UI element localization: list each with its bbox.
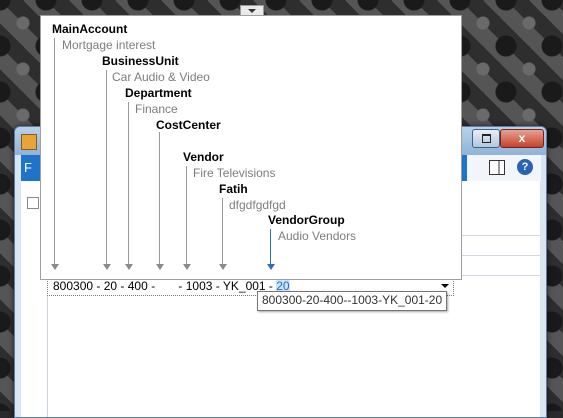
segment-name-mainaccount: MainAccount — [52, 22, 128, 36]
segment-desc-vendorgroup: Audio Vendors — [278, 229, 357, 243]
segment-guide-line — [159, 132, 160, 264]
segment-desc-fatih: dfgdfgdfgd — [229, 198, 286, 212]
segment-arrow-icon — [51, 264, 59, 270]
help-icon[interactable]: ? — [517, 159, 533, 175]
ribbon-tab-file[interactable]: F — [21, 155, 35, 181]
active-segment-guide-line — [270, 229, 271, 264]
select-all-checkbox[interactable] — [27, 197, 39, 209]
grid-row-divider — [450, 235, 540, 236]
segment-guide-line — [128, 102, 129, 264]
segment-arrow-icon — [183, 264, 191, 270]
segment-popup: MainAccount Mortgage interest BusinessUn… — [40, 15, 462, 280]
segment-desc-vendor: Fire Televisions — [193, 166, 276, 180]
layout-icon[interactable] — [489, 160, 505, 175]
segment-name-businessunit: BusinessUnit — [102, 54, 179, 68]
segment-arrow-icon — [156, 264, 164, 270]
grid-row-divider — [450, 275, 540, 276]
segment-name-vendor: Vendor — [183, 150, 224, 164]
app-icon — [21, 134, 37, 150]
grid-row-divider — [450, 255, 540, 256]
segment-desc-department: Finance — [135, 102, 178, 116]
maximize-button[interactable] — [472, 129, 500, 148]
ledger-account-text[interactable]: 800300 - 20 - 400 - - 1003 - YK_001 - 20 — [53, 279, 290, 294]
close-icon: x — [518, 131, 526, 145]
dropdown-arrow-icon[interactable] — [441, 284, 449, 288]
ribbon-icon-area: ? — [467, 155, 541, 181]
segment-guide-line — [106, 70, 107, 264]
segment-guide-line — [222, 198, 223, 264]
close-button[interactable]: x — [500, 129, 544, 148]
segment-name-department: Department — [125, 86, 192, 100]
segment-arrow-icon — [103, 264, 111, 270]
segment-guide-line — [54, 38, 55, 264]
active-segment-arrow-icon — [267, 264, 275, 270]
segment-name-fatih: Fatih — [219, 182, 248, 196]
segment-arrow-icon — [125, 264, 133, 270]
account-segments-text: 800300 - 20 - 400 - - 1003 - YK_001 - — [53, 279, 277, 293]
segment-desc-businessunit: Car Audio & Video — [112, 70, 210, 84]
segment-arrow-icon — [219, 264, 227, 270]
segment-name-costcenter: CostCenter — [156, 118, 221, 132]
segment-desc-mainaccount: Mortgage interest — [62, 38, 156, 52]
account-tooltip: 800300-20-400--1003-YK_001-20 — [257, 291, 448, 311]
segment-guide-line — [186, 166, 187, 264]
segment-name-vendorgroup: VendorGroup — [268, 213, 345, 227]
